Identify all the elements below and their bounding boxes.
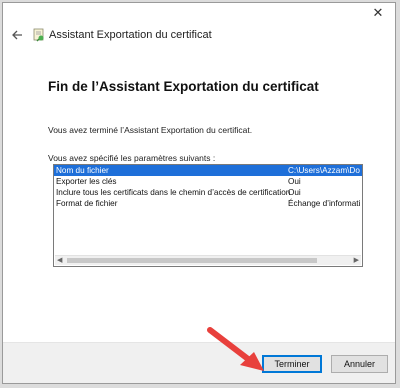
list-row[interactable]: Format de fichier Échange d’informati: [54, 198, 362, 209]
horizontal-scrollbar[interactable]: ◀ ▶: [55, 255, 361, 265]
param-value: Oui: [288, 188, 301, 197]
close-button[interactable]: ✕: [367, 4, 389, 22]
back-button[interactable]: [9, 27, 25, 43]
back-arrow-icon: [12, 30, 22, 40]
param-value: Oui: [288, 177, 301, 186]
page-heading: Fin de l’Assistant Exportation du certif…: [48, 79, 319, 94]
list-row[interactable]: Nom du fichier C:\Users\Azzam\Do: [54, 165, 362, 176]
parameters-label: Vous avez spécifié les paramètres suivan…: [48, 153, 216, 163]
scroll-left-icon[interactable]: ◀: [57, 256, 62, 265]
finish-button[interactable]: Terminer: [262, 355, 322, 373]
param-value: C:\Users\Azzam\Do: [288, 166, 360, 175]
scroll-right-icon[interactable]: ▶: [354, 256, 359, 265]
certificate-icon: [31, 27, 47, 43]
param-name: Format de fichier: [56, 199, 118, 208]
param-name: Inclure tous les certificats dans le che…: [56, 188, 291, 197]
list-row[interactable]: Exporter les clés Oui: [54, 176, 362, 187]
scrollbar-thumb[interactable]: [67, 258, 317, 263]
param-name: Nom du fichier: [56, 166, 109, 175]
parameters-list[interactable]: Nom du fichier C:\Users\Azzam\Do Exporte…: [53, 164, 363, 267]
cancel-button[interactable]: Annuler: [331, 355, 388, 373]
list-row[interactable]: Inclure tous les certificats dans le che…: [54, 187, 362, 198]
completion-message: Vous avez terminé l’Assistant Exportatio…: [48, 125, 253, 135]
param-name: Exporter les clés: [56, 177, 117, 186]
param-value: Échange d’informati: [288, 199, 360, 208]
wizard-title: Assistant Exportation du certificat: [49, 29, 212, 41]
red-arrow-annotation: [207, 327, 264, 371]
